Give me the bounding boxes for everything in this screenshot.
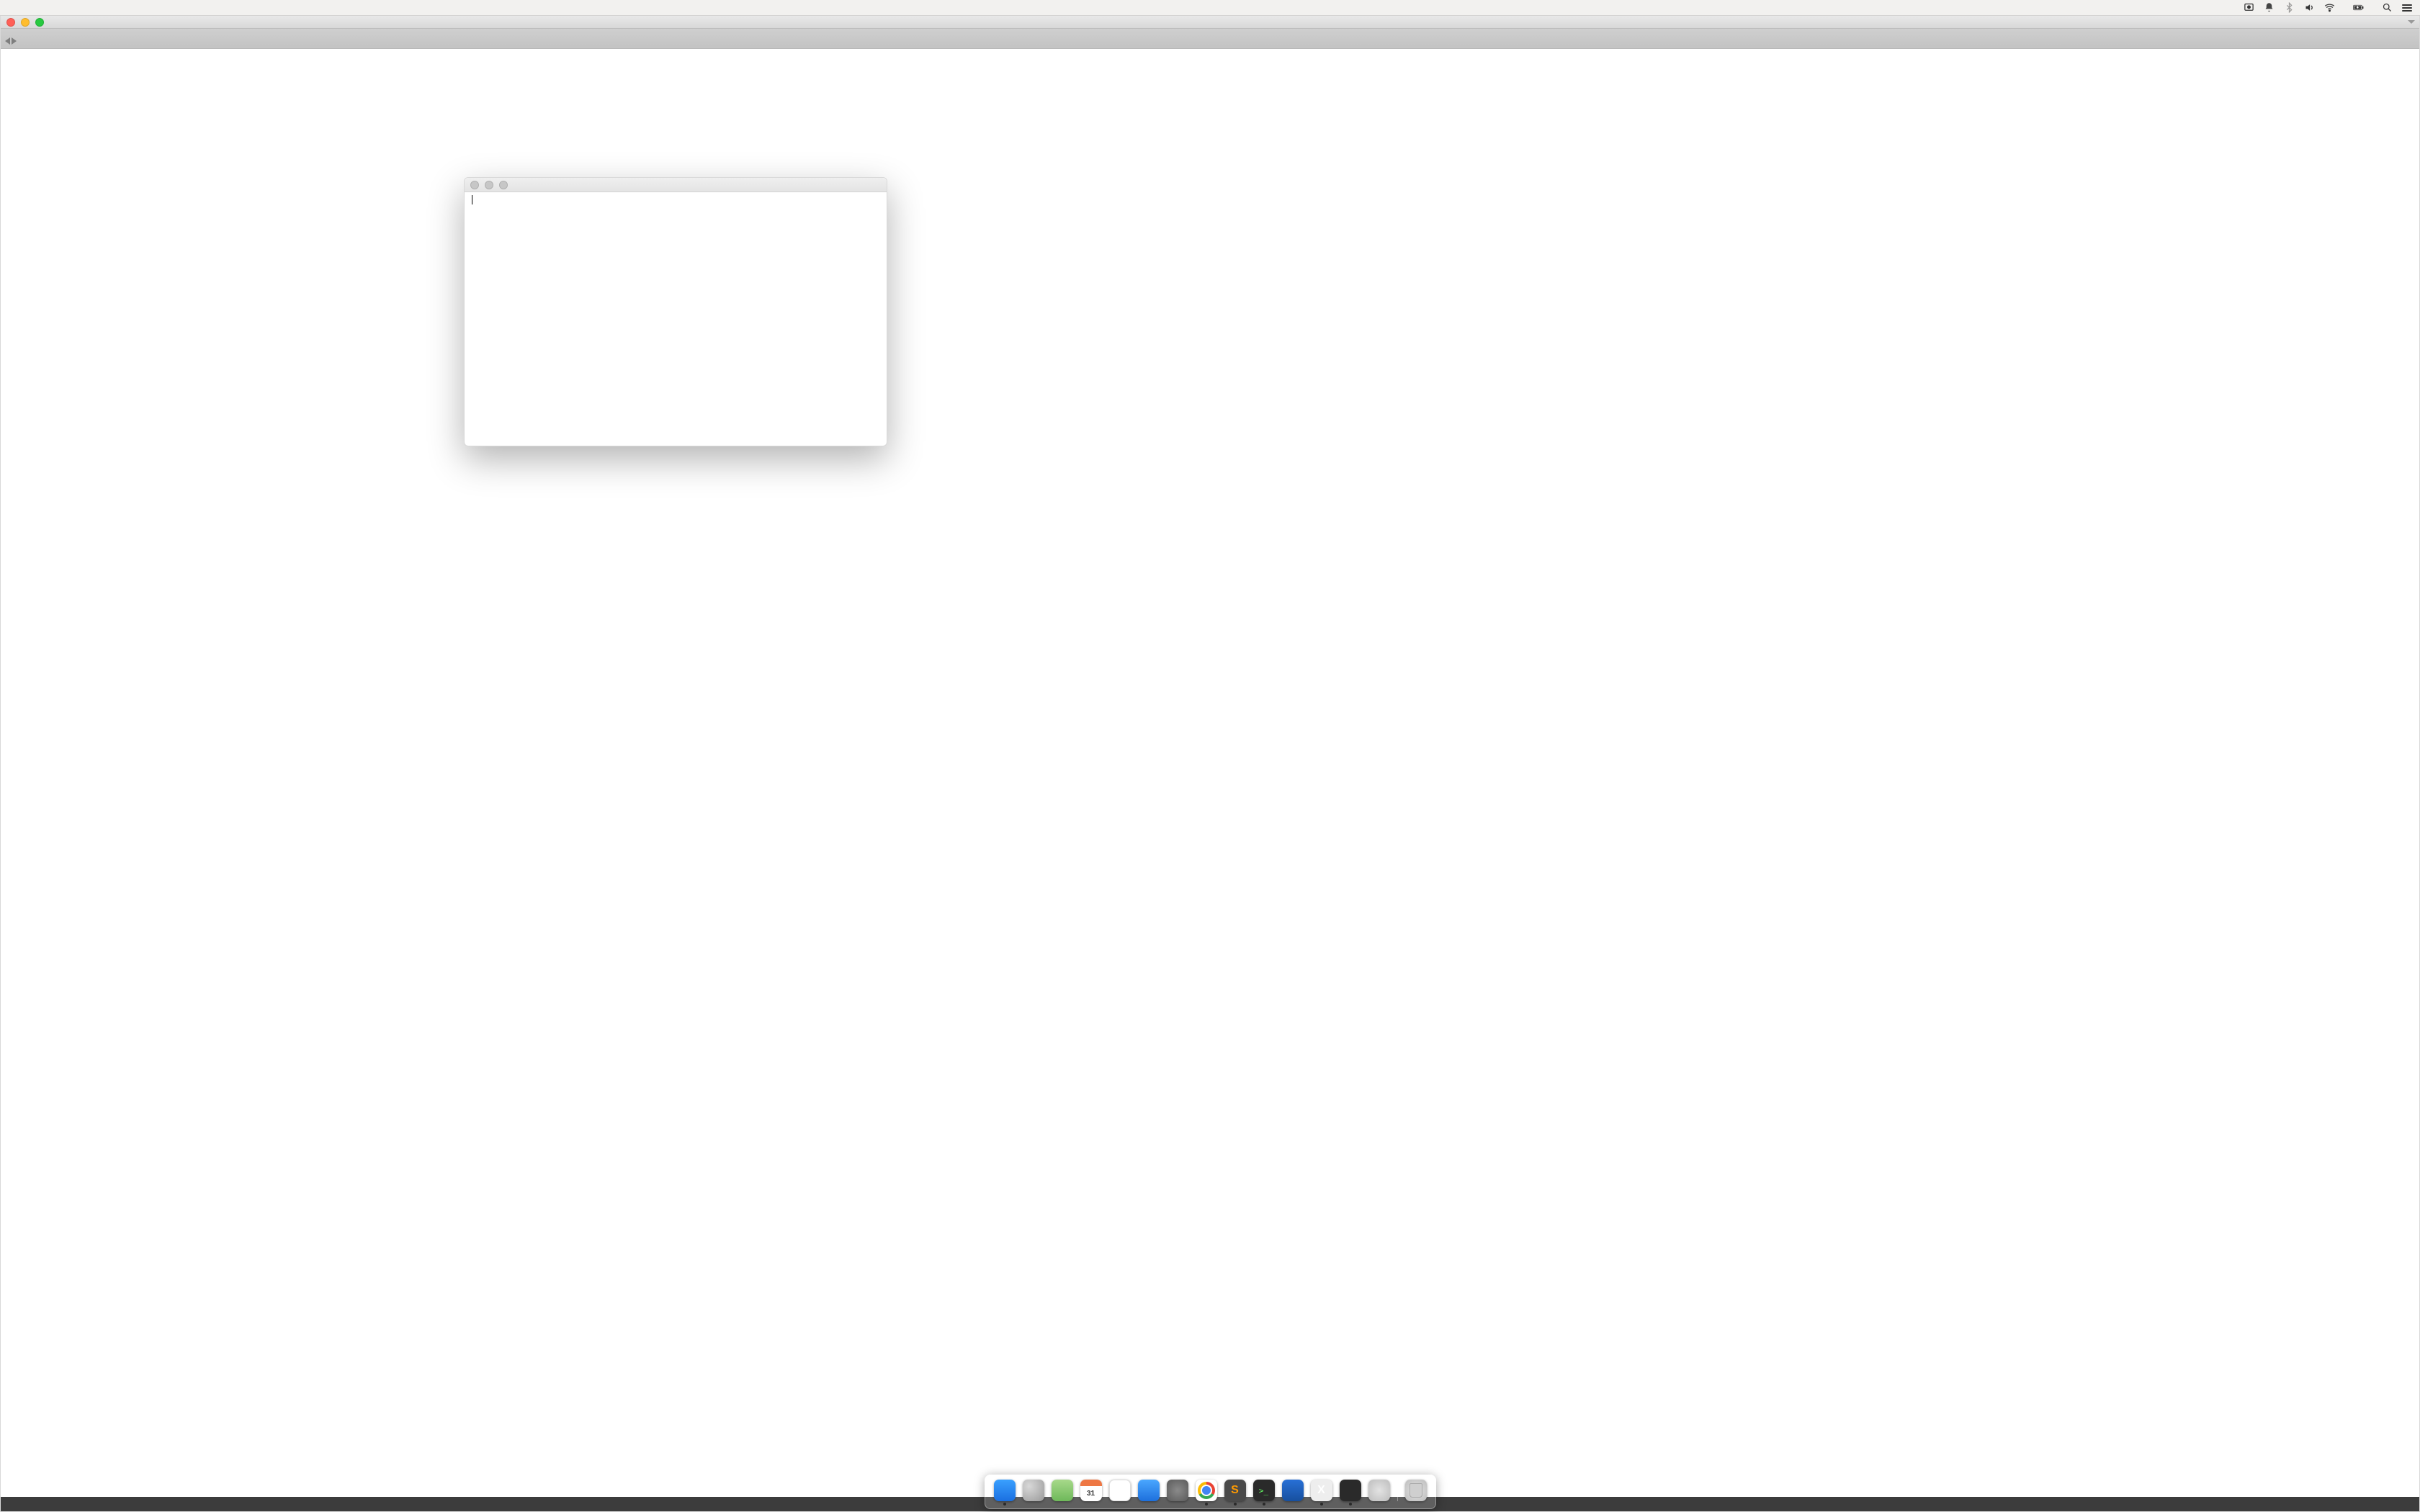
sublime-window — [0, 16, 2420, 1512]
running-indicator-icon — [1205, 1503, 1208, 1506]
dock-app-mail[interactable] — [1137, 1480, 1161, 1506]
running-indicator-icon — [1349, 1503, 1352, 1506]
dock-app-virtualbox[interactable] — [1281, 1480, 1305, 1506]
terminal-titlebar[interactable] — [465, 178, 887, 192]
chrome-icon[interactable] — [1196, 1480, 1217, 1501]
dock-app-finder[interactable] — [992, 1480, 1017, 1506]
sublime-titlebar[interactable] — [1, 16, 2419, 29]
system-preferences-icon[interactable] — [1167, 1480, 1188, 1501]
running-indicator-icon — [1234, 1503, 1237, 1506]
dock-app-launchpad[interactable] — [1021, 1480, 1046, 1506]
sublime-text-icon[interactable] — [1224, 1480, 1246, 1501]
calendar-icon[interactable]: 31 — [1080, 1480, 1102, 1501]
dock-app-xquartz[interactable] — [1309, 1480, 1334, 1506]
zoom-window-button[interactable] — [35, 18, 44, 27]
finder-icon[interactable] — [994, 1480, 1016, 1501]
dock-app-system-preferences[interactable] — [1165, 1480, 1190, 1506]
generic-app-icon[interactable] — [1340, 1480, 1361, 1501]
launchpad-icon[interactable] — [1023, 1480, 1044, 1501]
close-window-button[interactable] — [6, 18, 15, 27]
maps-icon[interactable] — [1052, 1480, 1073, 1501]
virtualbox-icon[interactable] — [1282, 1480, 1304, 1501]
minimize-window-button[interactable] — [21, 18, 30, 27]
dock-app-maps[interactable] — [1050, 1480, 1075, 1506]
dock-app-iterm[interactable] — [1252, 1480, 1276, 1506]
close-window-button[interactable] — [470, 181, 479, 189]
dock-app-sublime-text[interactable] — [1223, 1480, 1247, 1506]
zoom-window-button[interactable] — [499, 181, 508, 189]
dock-app-chrome[interactable] — [1194, 1480, 1219, 1506]
macos-menubar — [0, 0, 2420, 16]
dock-app-trash[interactable] — [1404, 1480, 1428, 1506]
dock-divider — [1397, 1480, 1398, 1501]
mail-icon[interactable] — [1138, 1480, 1160, 1501]
dock-app-notes[interactable] — [1108, 1480, 1132, 1506]
volume-icon[interactable] — [2303, 2, 2315, 14]
dock: 31 — [985, 1475, 1436, 1509]
terminal-body[interactable] — [465, 192, 887, 446]
battery-icon[interactable] — [2352, 2, 2364, 14]
line-number-gutter — [1, 49, 27, 1497]
xquartz-icon[interactable] — [1311, 1480, 1332, 1501]
code-content[interactable] — [27, 49, 2419, 1497]
minimize-window-button[interactable] — [485, 181, 493, 189]
running-indicator-icon — [1320, 1503, 1323, 1506]
notification-center-icon[interactable] — [2263, 2, 2275, 14]
tab-history-forward-icon[interactable] — [12, 37, 17, 45]
dock-app-calendar[interactable]: 31 — [1079, 1480, 1103, 1506]
bluetooth-icon[interactable] — [2283, 2, 2295, 14]
trash-icon[interactable] — [1405, 1480, 1427, 1501]
iterm-icon[interactable] — [1253, 1480, 1275, 1501]
tab-overflow-icon[interactable] — [2408, 20, 2415, 24]
spotlight-icon[interactable] — [2381, 2, 2393, 14]
tab-bar — [1, 29, 2419, 49]
dock-app-simulator[interactable] — [1367, 1480, 1392, 1506]
editor-area[interactable] — [1, 49, 2419, 1497]
menu-extras-icon[interactable] — [2401, 2, 2413, 14]
calendar-day: 31 — [1087, 1490, 1095, 1498]
tab-history-back-icon[interactable] — [5, 37, 10, 45]
notes-icon[interactable] — [1109, 1480, 1131, 1501]
dock-app-generic-app[interactable] — [1338, 1480, 1363, 1506]
screenrec-icon[interactable] — [2243, 2, 2254, 14]
running-indicator-icon — [1263, 1503, 1265, 1506]
terminal-window[interactable] — [464, 177, 887, 446]
running-indicator-icon — [1003, 1503, 1006, 1506]
simulator-icon[interactable] — [1368, 1480, 1390, 1501]
wifi-icon[interactable] — [2323, 2, 2335, 14]
